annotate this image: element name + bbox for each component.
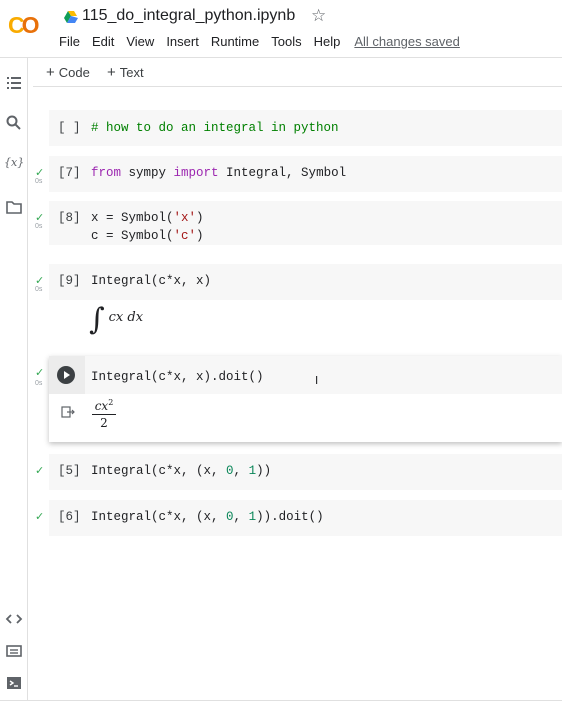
cell-code[interactable]: from sympy import Integral, Symbol [91,164,346,182]
terminal-icon[interactable] [5,674,23,692]
star-icon[interactable]: ☆ [311,6,326,26]
run-time: 0s [35,286,43,293]
run-time: 0s [35,223,43,230]
table-of-contents-icon[interactable] [5,74,23,92]
cell-code[interactable]: Integral(c*x, (x, 0, 1)).doit() [91,508,324,526]
toolbar-divider [33,86,562,87]
execution-count: [8] [58,211,81,225]
run-time: 0s [35,178,43,185]
add-text-button[interactable]: + Text [107,64,144,81]
app-header: CO 115_do_integral_python.ipynb ☆ File E… [0,0,562,58]
cell-editor[interactable]: Integral(c*x, x).doit() I [49,356,562,394]
menu-insert[interactable]: Insert [166,34,199,49]
command-palette-icon[interactable] [5,642,23,660]
menu-runtime[interactable]: Runtime [211,34,259,49]
run-status-icon: ✓ [35,465,45,477]
run-status-icon: ✓ [35,511,45,523]
output-actions-icon[interactable] [61,406,75,418]
variables-icon[interactable]: {x} [4,156,24,174]
menu-tools[interactable]: Tools [271,34,301,49]
run-cell-button[interactable] [57,366,75,384]
run-status-icon: ✓ [35,367,45,379]
cell-code[interactable]: Integral(c*x, x).doit() [91,368,264,386]
menu-file[interactable]: File [59,34,80,49]
colab-logo[interactable]: CO [8,12,39,39]
run-time: 0s [35,380,43,387]
search-icon[interactable] [5,114,23,132]
status-bar [0,700,562,720]
menu-edit[interactable]: Edit [92,34,114,49]
execution-count: [9] [58,274,81,288]
cell-code[interactable]: Integral(c*x, (x, 0, 1)) [91,462,271,480]
drive-icon[interactable] [64,11,78,23]
save-status-link[interactable]: All changes saved [354,34,460,49]
menu-view[interactable]: View [126,34,154,49]
text-cursor-icon: I [315,374,319,387]
notebook-toolbar: + Code + Text [28,59,562,87]
cell-output: cx2 2 [92,398,116,430]
notebook-title[interactable]: 115_do_integral_python.ipynb [82,7,295,25]
cell-code[interactable]: x = Symbol('x') c = Symbol('c') [91,209,204,245]
menu-help[interactable]: Help [314,34,341,49]
code-snippets-icon[interactable] [5,610,23,628]
execution-count: [6] [58,510,81,524]
execution-count: [7] [58,166,81,180]
active-cell-container[interactable]: Integral(c*x, x).doit() I cx2 2 [49,356,562,442]
cell-output: ∫ cx dx [89,302,144,337]
execution-count: [5] [58,464,81,478]
left-sidebar: {x} [0,58,28,700]
add-code-button[interactable]: + Code [46,64,90,81]
cell-code[interactable]: Integral(c*x, x) [91,272,211,290]
execution-count[interactable]: [ ] [58,121,81,135]
folder-icon[interactable] [5,198,23,216]
cell-code[interactable]: # how to do an integral in python [91,119,339,137]
menu-bar: File Edit View Insert Runtime Tools Help… [59,34,472,49]
